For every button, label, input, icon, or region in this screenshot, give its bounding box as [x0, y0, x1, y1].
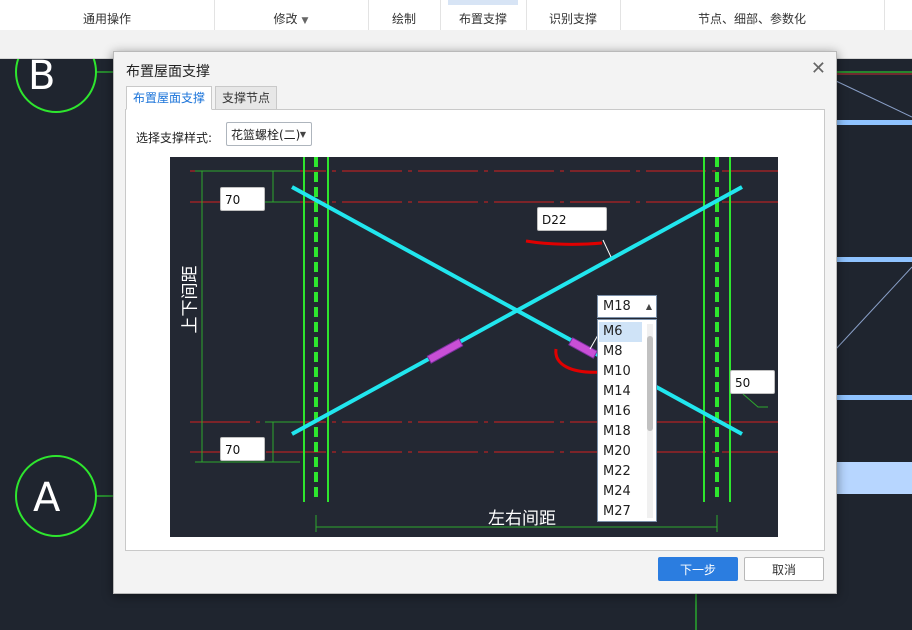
style-label: 选择支撑样式:	[136, 131, 213, 145]
brace-preview-drawing: 70 70 D22 50 上下间距 左右间距 M18 ▲ M6 M8 M10 M…	[170, 157, 778, 537]
ribbon-label-modify: 修改	[273, 12, 298, 26]
brace-line-bg-2	[835, 266, 912, 350]
dialog-title: 布置屋面支撑	[126, 64, 210, 80]
caret-up-icon: ▲	[645, 302, 652, 311]
ribbon-label-place-brace: 布置支撑	[458, 12, 507, 26]
horizontal-dimension-label: 左右间距	[488, 509, 556, 529]
ribbon-label-identify-brace: 识别支撑	[548, 12, 597, 26]
red-centerlines	[190, 170, 778, 453]
beam-3	[836, 395, 912, 400]
bottom-spacing-input[interactable]: 70	[220, 437, 265, 461]
brace-line-bg-1	[835, 80, 912, 118]
chevron-down-icon: ▼	[301, 16, 309, 26]
bolt-option-m24[interactable]: M24	[599, 482, 642, 502]
bolt-option-m16[interactable]: M16	[599, 402, 642, 422]
ribbon-group-place-brace[interactable]: 布置支撑	[440, 0, 527, 30]
bolt-option-m6[interactable]: M6	[599, 322, 642, 342]
brace-diagram	[190, 157, 778, 532]
axis-b-label: B	[28, 59, 56, 99]
tab-place-roof-brace[interactable]: 布置屋面支撑	[126, 86, 213, 110]
scrollbar-thumb[interactable]	[647, 336, 653, 431]
bolt-size-select[interactable]: M18 ▲	[597, 295, 657, 318]
bolt-option-m20[interactable]: M20	[599, 442, 642, 462]
bolt-size-dropdown-list[interactable]: M6 M8 M10 M14 M16 M18 M20 M22 M24 M27	[597, 319, 657, 522]
red-underline-1	[525, 239, 603, 246]
bolt-option-m27[interactable]: M27	[599, 502, 642, 521]
ribbon-group-identify-brace[interactable]: 识别支撑	[526, 0, 621, 30]
turnbuckle-right	[568, 337, 598, 359]
ribbon-label-draw: 绘制	[391, 12, 416, 26]
bolt-size-value: M18	[603, 299, 631, 314]
ribbon-group-draw[interactable]: 绘制	[368, 0, 441, 30]
d22-leader	[602, 239, 612, 258]
ribbon-toolbar: 通用操作 修改 ▼ 绘制 布置支撑 识别支撑 节点、细部、参数化	[0, 0, 912, 31]
bolt-option-m10[interactable]: M10	[599, 362, 642, 382]
tab-brace-node[interactable]: 支撑节点	[215, 86, 278, 110]
place-roof-brace-dialog: 布置屋面支撑 ✕ 布置屋面支撑 支撑节点 选择支撑样式: 花篮螺栓(二) ▼ 7…	[113, 51, 837, 594]
dropdown-scrollbar[interactable]	[647, 324, 653, 518]
beam-2	[836, 257, 912, 262]
style-select[interactable]: 花篮螺栓(二) ▼	[226, 122, 312, 146]
chevron-down-icon: ▼	[299, 130, 306, 139]
bolt-option-m14[interactable]: M14	[599, 382, 642, 402]
ribbon-group-nodes[interactable]: 节点、细部、参数化	[620, 0, 885, 30]
style-select-value: 花篮螺栓(二)	[231, 128, 301, 142]
tab-panel: 选择支撑样式: 花篮螺栓(二) ▼ 70 70 D22 50 上下间距 左右间距…	[125, 109, 825, 551]
bolt-option-m22[interactable]: M22	[599, 462, 642, 482]
diameter-input[interactable]: D22	[537, 207, 607, 231]
left-column	[303, 157, 329, 502]
vertical-dimension-label: 上下间距	[180, 265, 201, 334]
offset-leader	[742, 393, 768, 408]
bolt-option-m18[interactable]: M18	[599, 422, 642, 442]
turnbuckle-left	[426, 338, 464, 364]
ribbon-group-general[interactable]: 通用操作	[0, 0, 215, 30]
ribbon-label-general: 通用操作	[82, 12, 131, 26]
close-icon[interactable]: ✕	[811, 58, 826, 79]
ribbon-group-modify[interactable]: 修改 ▼	[214, 0, 369, 30]
offset-input[interactable]: 50	[730, 370, 775, 394]
cancel-button[interactable]: 取消	[744, 557, 824, 581]
right-column	[703, 157, 731, 502]
axis-a-label: A	[33, 475, 61, 521]
next-button[interactable]: 下一步	[658, 557, 738, 581]
bolt-option-m8[interactable]: M8	[599, 342, 642, 362]
beam-4	[836, 462, 912, 494]
top-spacing-input[interactable]: 70	[220, 187, 265, 211]
beam-1	[836, 120, 912, 125]
ribbon-label-nodes: 节点、细部、参数化	[697, 12, 806, 26]
